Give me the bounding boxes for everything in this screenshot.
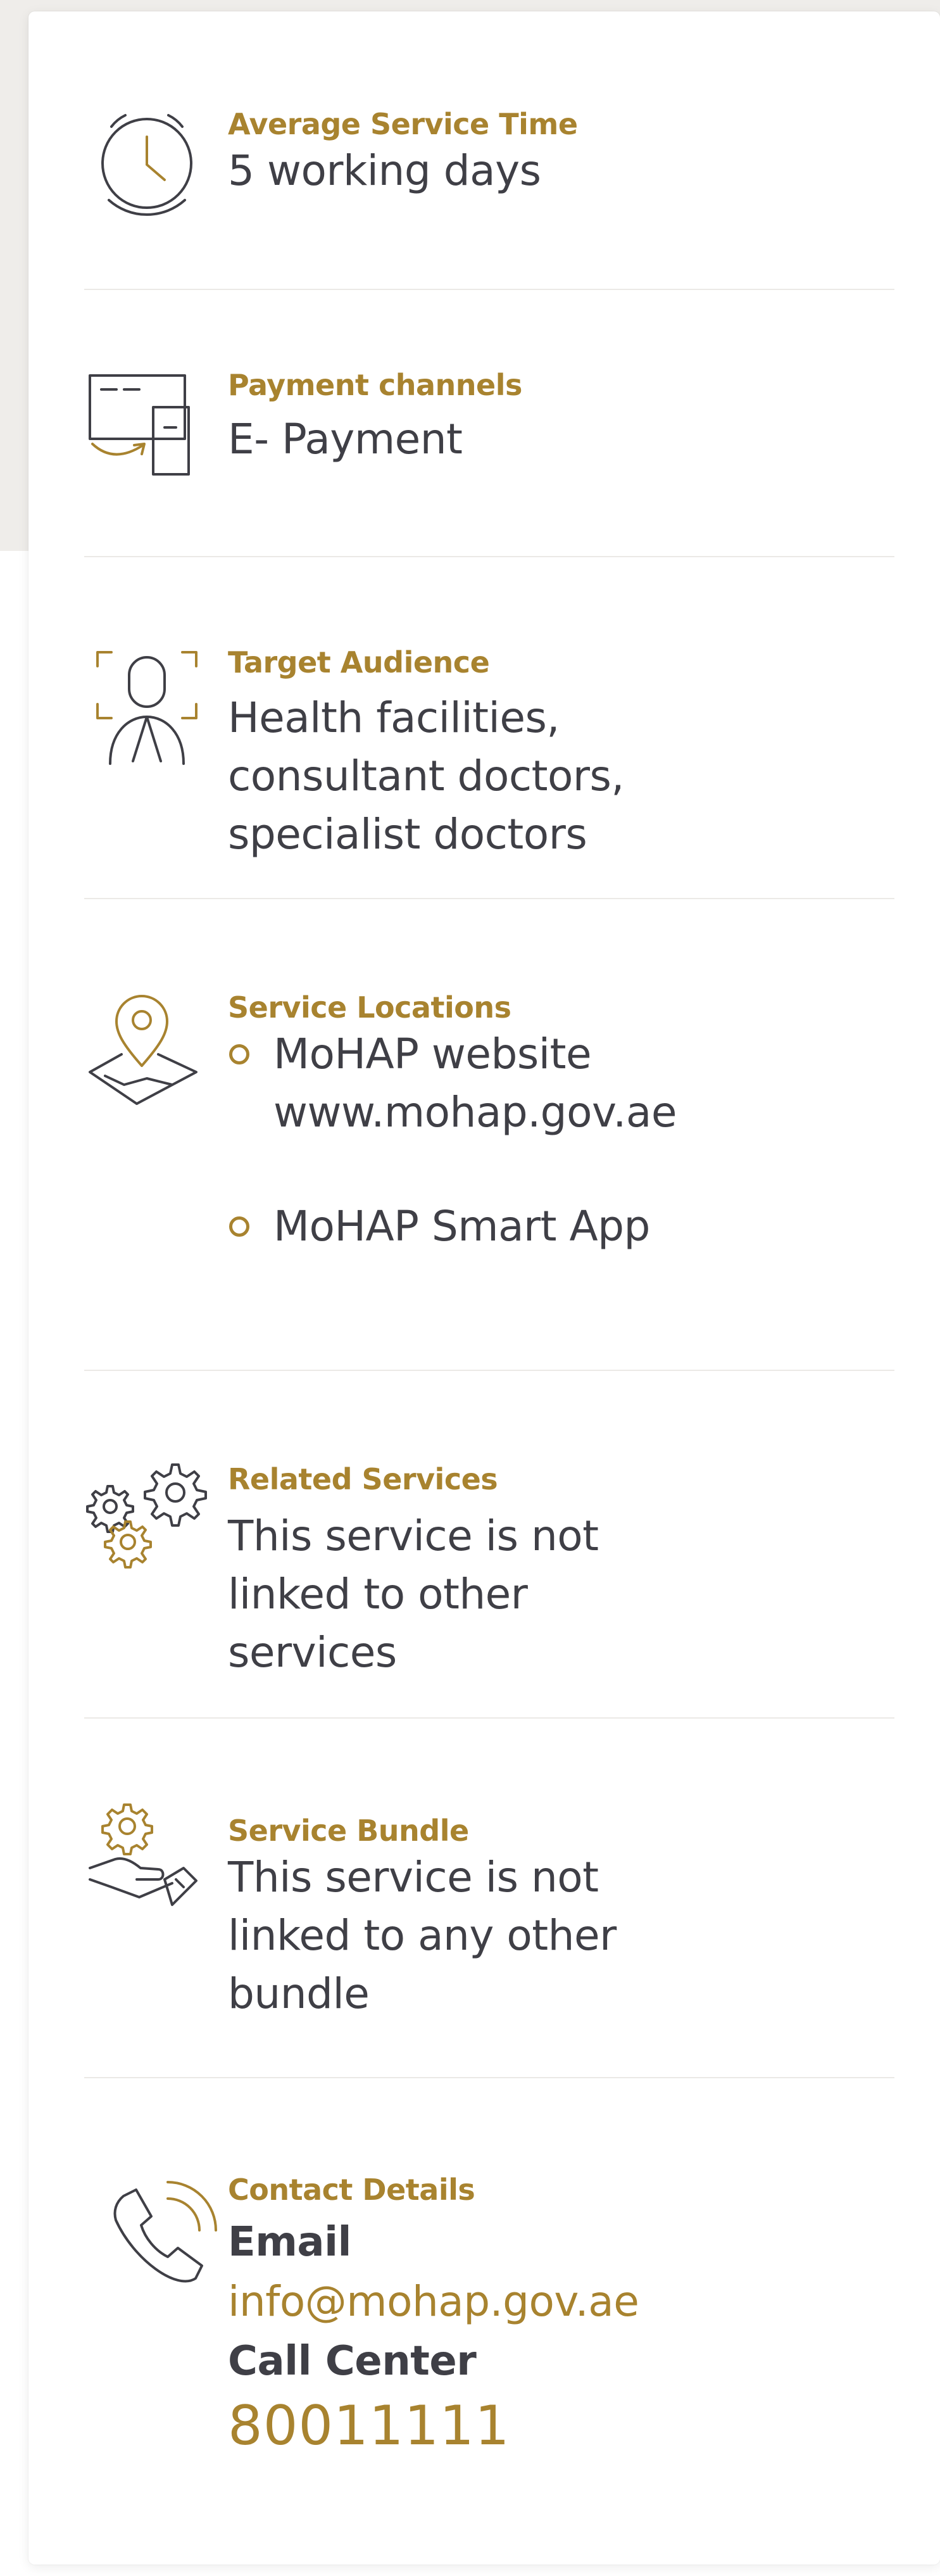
email-link[interactable]: info@mohap.gov.ae: [228, 2272, 902, 2332]
payment-label: Payment channels: [228, 368, 522, 402]
divider: [84, 1717, 894, 1719]
gears-icon: [84, 1452, 210, 1579]
service-bundle-label: Service Bundle: [228, 1814, 469, 1848]
location-app-title: MoHAP Smart App: [273, 1202, 650, 1251]
payment-value: E- Payment: [228, 415, 463, 464]
payment-icon: [84, 363, 210, 489]
divider: [84, 556, 894, 557]
service-time-value: 5 working days: [228, 146, 541, 195]
divider: [84, 289, 894, 290]
divider: [84, 898, 894, 899]
divider: [84, 2077, 894, 2078]
target-audience-value: Health facilities, consultant doctors, s…: [228, 693, 624, 859]
service-locations-list: MoHAP website www.mohap.gov.ae MoHAP Sma…: [228, 1025, 902, 1256]
contact-details-label: Contact Details: [228, 2173, 475, 2207]
service-bundle-value: This service is not linked to any other …: [228, 1853, 617, 2018]
call-center-number[interactable]: 80011111: [228, 2391, 902, 2461]
location-item-website: MoHAP website www.mohap.gov.ae: [228, 1025, 902, 1142]
map-pin-icon: [84, 983, 210, 1110]
location-website-title: MoHAP website: [273, 1030, 592, 1078]
service-locations-label: Service Locations: [228, 990, 511, 1025]
call-center-label: Call Center: [228, 2338, 477, 2385]
email-label: Email: [228, 2219, 351, 2266]
bullet-icon: [229, 1216, 249, 1237]
related-services-value: This service is not linked to other serv…: [228, 1512, 599, 1677]
service-time-label: Average Service Time: [228, 107, 578, 141]
location-website-url[interactable]: www.mohap.gov.ae: [273, 1083, 902, 1142]
service-details-card: Average Service Time 5 working days Paym…: [28, 11, 940, 2565]
person-scan-icon: [84, 638, 210, 765]
hand-gear-icon: [84, 1798, 210, 1925]
location-item-app: MoHAP Smart App: [228, 1197, 902, 1256]
target-audience-label: Target Audience: [228, 645, 490, 679]
divider: [84, 1370, 894, 1371]
phone-icon: [98, 2177, 225, 2304]
clock-icon: [84, 100, 210, 227]
related-services-label: Related Services: [228, 1462, 498, 1496]
bullet-icon: [229, 1044, 249, 1064]
